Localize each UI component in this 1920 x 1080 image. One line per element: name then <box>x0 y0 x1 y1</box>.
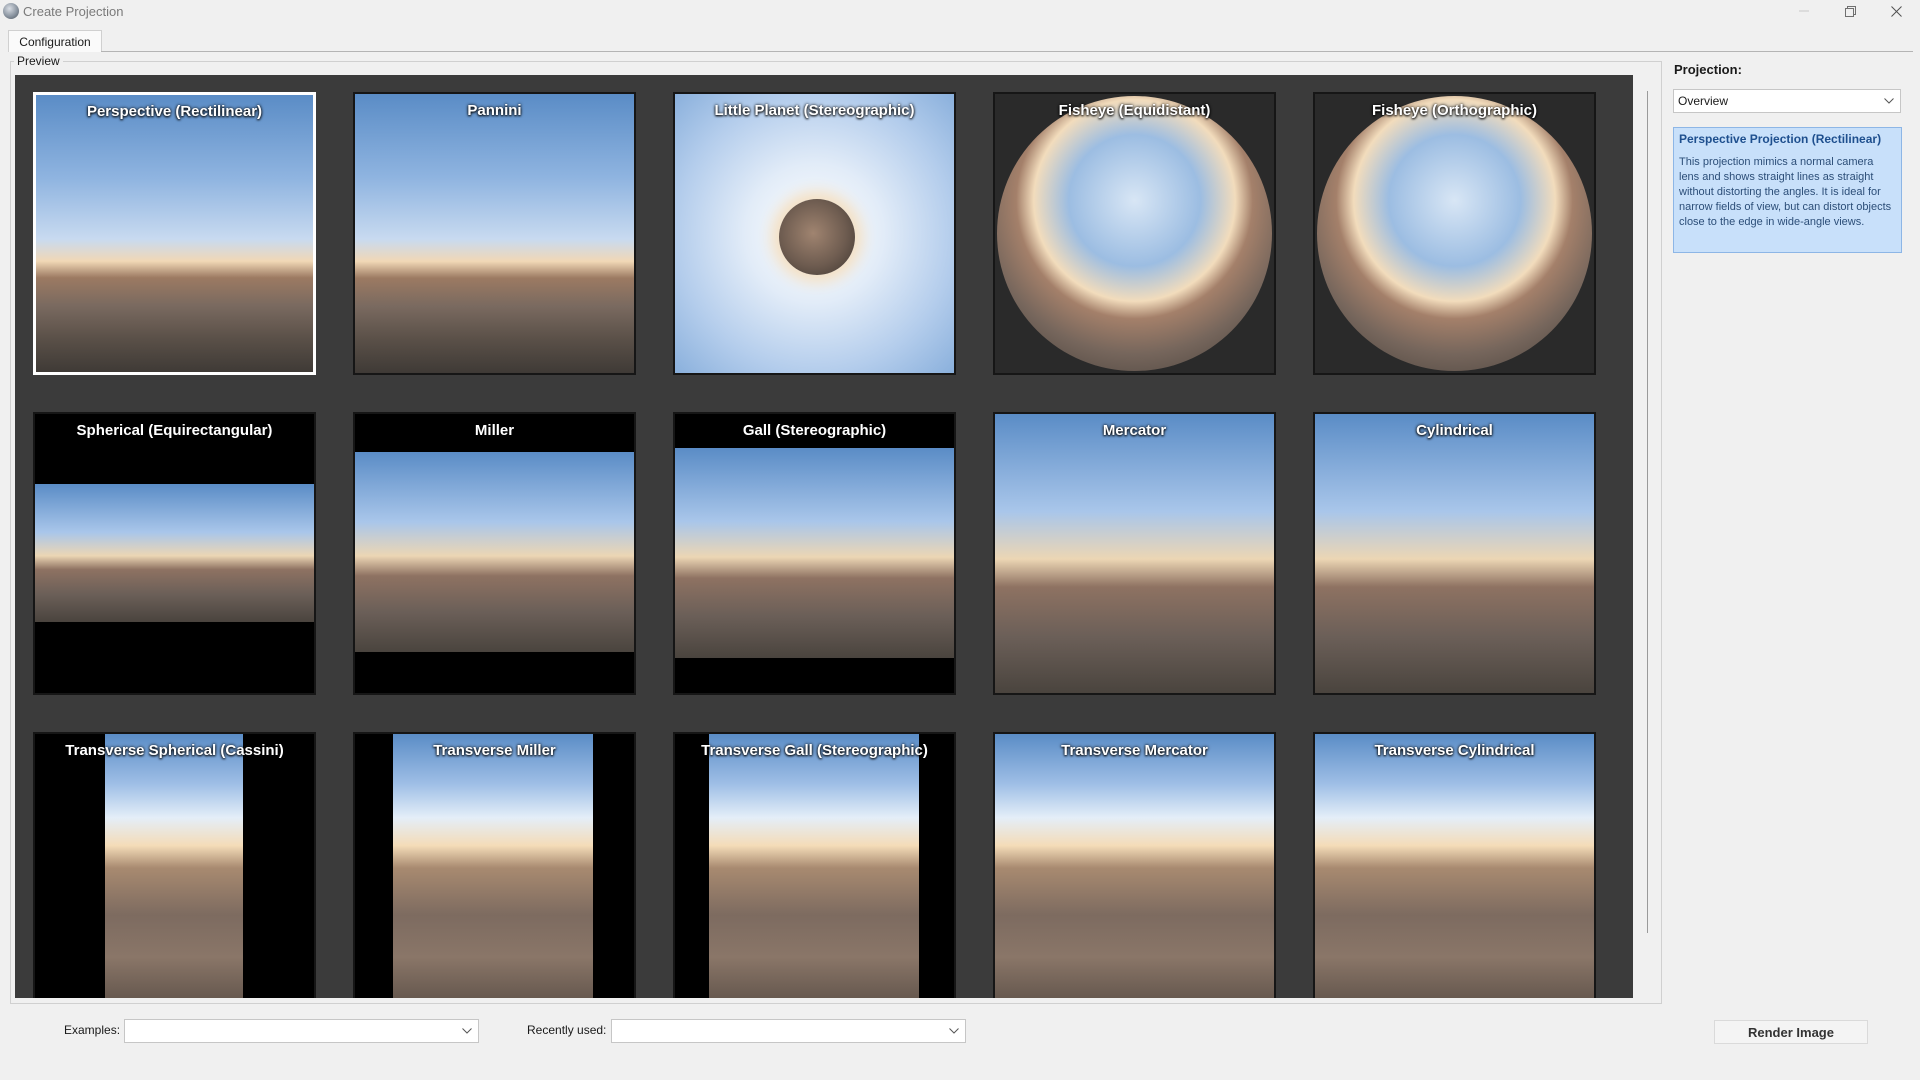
chevron-down-icon <box>462 1028 472 1034</box>
preview-image <box>997 96 1272 371</box>
info-title: Perspective Projection (Rectilinear) <box>1679 132 1882 146</box>
window-title: Create Projection <box>23 4 124 19</box>
preview-image <box>675 448 954 658</box>
close-icon <box>1890 5 1902 17</box>
info-text: This projection mimics a normal camera l… <box>1679 156 1892 228</box>
preview-image <box>105 734 243 998</box>
preview-image <box>709 734 919 998</box>
projection-tile-transverse-spherical[interactable]: Transverse Spherical (Cassini) <box>33 732 316 998</box>
minimize-button[interactable] <box>1781 0 1827 22</box>
recently-used-label: Recently used: <box>527 1023 607 1037</box>
preview-image <box>1315 734 1594 998</box>
tile-label: Pannini <box>467 102 522 119</box>
projection-tile-fisheye-equidistant[interactable]: Fisheye (Equidistant) <box>993 92 1276 375</box>
render-image-button[interactable]: Render Image <box>1714 1020 1868 1044</box>
projection-tile-cylindrical[interactable]: Cylindrical <box>1313 412 1596 695</box>
preview-canvas: Perspective (Rectilinear) Pannini Little… <box>15 75 1633 998</box>
minimize-icon <box>1799 10 1809 12</box>
projection-tile-little-planet[interactable]: Little Planet (Stereographic) <box>673 92 956 375</box>
projection-tile-pannini[interactable]: Pannini <box>353 92 636 375</box>
projection-tile-perspective[interactable]: Perspective (Rectilinear) <box>33 92 316 375</box>
preview-image <box>995 734 1274 998</box>
preview-image <box>355 452 634 652</box>
projection-tile-spherical[interactable]: Spherical (Equirectangular) <box>33 412 316 695</box>
projection-tile-gall[interactable]: Gall (Stereographic) <box>673 412 956 695</box>
title-bar: Create Projection <box>0 0 1920 24</box>
projection-tile-transverse-cylindrical[interactable]: Transverse Cylindrical <box>1313 732 1596 998</box>
projection-tile-miller[interactable]: Miller <box>353 412 636 695</box>
tile-label: Transverse Spherical (Cassini) <box>65 742 284 759</box>
projection-info-box: Perspective Projection (Rectilinear) Thi… <box>1673 127 1902 253</box>
tab-configuration[interactable]: Configuration <box>8 30 102 52</box>
tile-label: Spherical (Equirectangular) <box>76 422 273 439</box>
preview-image <box>1315 414 1594 693</box>
projection-tile-fisheye-orthographic[interactable]: Fisheye (Orthographic) <box>1313 92 1596 375</box>
tile-label: Gall (Stereographic) <box>742 422 887 439</box>
preview-image <box>1317 96 1592 371</box>
restore-button[interactable] <box>1827 0 1873 22</box>
tile-label: Cylindrical <box>1416 422 1493 439</box>
tile-label: Transverse Miller <box>433 742 556 759</box>
preview-label: Preview <box>14 54 63 68</box>
projection-tile-mercator[interactable]: Mercator <box>993 412 1276 695</box>
examples-label: Examples: <box>64 1023 121 1037</box>
examples-select[interactable] <box>124 1019 479 1043</box>
tile-label: Miller <box>474 422 515 439</box>
preview-image <box>995 414 1274 693</box>
tile-label: Mercator <box>1102 422 1167 439</box>
tile-label: Transverse Gall (Stereographic) <box>701 742 928 759</box>
tab-divider <box>101 51 1913 52</box>
tile-label: Perspective (Rectilinear) <box>86 103 263 120</box>
recently-used-select[interactable] <box>611 1019 966 1043</box>
projection-tile-transverse-mercator[interactable]: Transverse Mercator <box>993 732 1276 998</box>
projection-select[interactable]: Overview <box>1673 89 1901 113</box>
tile-label: Fisheye (Orthographic) <box>1371 102 1538 119</box>
projection-tile-transverse-gall[interactable]: Transverse Gall (Stereographic) <box>673 732 956 998</box>
close-button[interactable] <box>1873 0 1919 22</box>
restore-icon <box>1844 5 1856 17</box>
tile-label: Transverse Cylindrical <box>1374 742 1535 759</box>
tile-label: Transverse Mercator <box>1061 742 1208 759</box>
preview-image <box>393 734 593 998</box>
projection-label: Projection: <box>1674 62 1742 77</box>
projection-tile-transverse-miller[interactable]: Transverse Miller <box>353 732 636 998</box>
camera-lens-icon <box>3 3 19 19</box>
chevron-down-icon <box>1884 98 1894 104</box>
preview-image <box>355 94 634 373</box>
preview-image <box>36 95 313 372</box>
chevron-down-icon <box>949 1028 959 1034</box>
preview-scrollbar[interactable] <box>1647 91 1648 933</box>
projection-select-value: Overview <box>1678 94 1729 108</box>
preview-image <box>35 484 314 622</box>
planet-sphere <box>779 199 855 275</box>
tile-label: Fisheye (Equidistant) <box>1058 102 1211 119</box>
tile-label: Little Planet (Stereographic) <box>714 102 915 119</box>
